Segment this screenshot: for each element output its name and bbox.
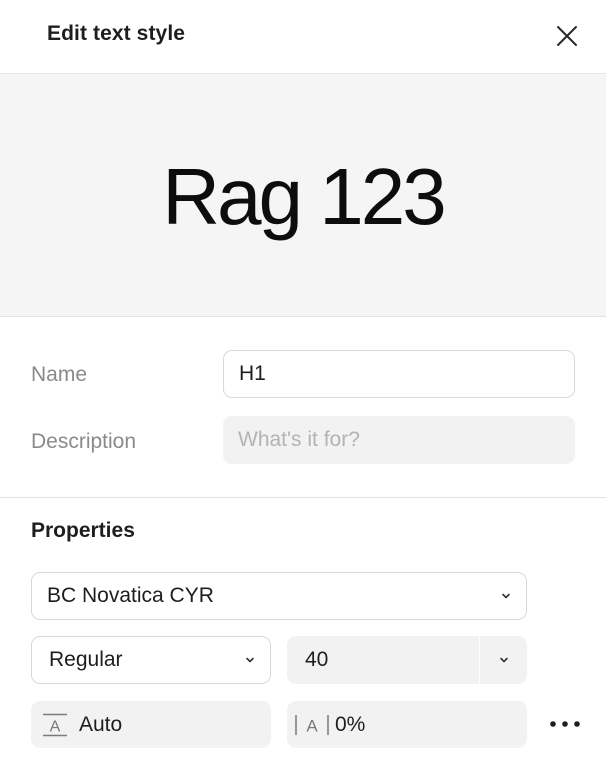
description-placeholder: What's it for? [238, 428, 360, 451]
description-input[interactable]: What's it for? [223, 416, 575, 464]
chevron-down-icon [500, 590, 512, 602]
more-options-button[interactable] [545, 706, 585, 742]
edit-text-style-dialog: Edit text style Rag 123 Name H1 Descript… [0, 0, 606, 775]
letter-spacing-input[interactable]: A 0% [287, 701, 527, 748]
font-weight-select[interactable]: Regular [31, 636, 271, 684]
line-height-icon: A [41, 712, 69, 738]
close-icon [557, 26, 577, 46]
name-input-value: H1 [239, 362, 266, 385]
text-style-preview: Rag 123 [0, 74, 606, 317]
font-family-value: BC Novatica CYR [47, 584, 214, 607]
dialog-header: Edit text style [0, 0, 606, 74]
name-label: Name [31, 363, 88, 386]
close-button[interactable] [548, 17, 586, 55]
section-divider [0, 497, 606, 498]
svg-text:A: A [306, 716, 318, 735]
properties-heading: Properties [31, 519, 135, 542]
description-label: Description [31, 430, 137, 453]
font-weight-value: Regular [49, 648, 123, 671]
dialog-title: Edit text style [47, 22, 186, 45]
line-height-value: Auto [79, 712, 123, 736]
line-height-input[interactable]: A Auto [31, 701, 271, 748]
font-size-input[interactable]: 40 [287, 636, 479, 684]
chevron-down-icon [244, 654, 256, 666]
font-size-value: 40 [305, 648, 329, 671]
more-options-icon [550, 721, 580, 727]
preview-sample-text: Rag 123 [162, 152, 446, 241]
font-size-dropdown-button[interactable] [479, 636, 527, 684]
svg-text:A: A [50, 718, 61, 735]
font-family-select[interactable]: BC Novatica CYR [31, 572, 527, 620]
name-input[interactable]: H1 [223, 350, 575, 398]
letter-spacing-value: 0% [335, 712, 366, 736]
letter-spacing-icon: A [293, 712, 331, 738]
chevron-down-icon [499, 657, 508, 663]
